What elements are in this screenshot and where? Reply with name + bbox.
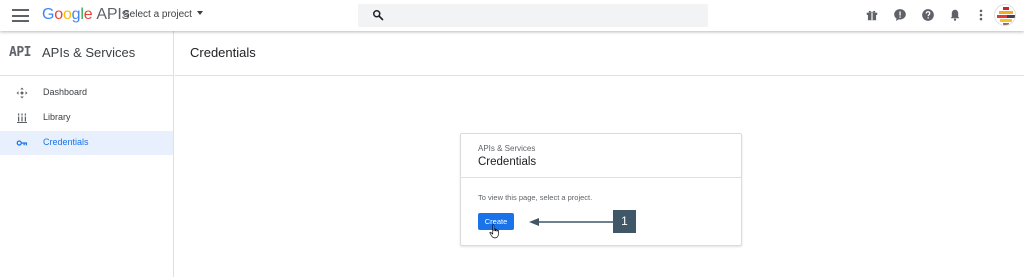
project-selector[interactable]: Select a project — [123, 9, 203, 20]
select-project-card: APIs & Services Credentials To view this… — [460, 133, 742, 246]
caret-down-icon — [196, 11, 203, 15]
feedback-icon[interactable] — [893, 8, 907, 22]
sidebar-header: API APIs & Services — [0, 31, 174, 76]
sidebar: API APIs & Services Dashboard Library Cr… — [0, 31, 174, 277]
search-bar[interactable] — [358, 4, 708, 27]
step-callout-badge: 1 — [613, 210, 636, 233]
card-message: To view this page, select a project. — [478, 193, 593, 202]
sidebar-item-label: Credentials — [43, 137, 89, 147]
help-icon[interactable] — [921, 8, 935, 22]
logo-letter: e — [83, 6, 93, 23]
page-header: Credentials — [175, 31, 1024, 76]
key-icon — [16, 140, 27, 146]
gift-icon[interactable] — [865, 8, 879, 22]
top-app-bar: Google APIs Select a project — [0, 0, 1024, 31]
sidebar-item-credentials[interactable]: Credentials — [0, 131, 173, 155]
sidebar-item-library[interactable]: Library — [0, 106, 173, 130]
api-icon: API — [9, 45, 31, 60]
dashboard-icon — [16, 87, 28, 99]
card-title: Credentials — [478, 156, 537, 168]
sidebar-item-label: Library — [43, 112, 71, 122]
logo-letter: G — [42, 6, 55, 23]
menu-icon[interactable] — [12, 9, 29, 22]
account-avatar[interactable] — [994, 4, 1016, 26]
notifications-icon[interactable] — [948, 8, 962, 22]
logo-letter: o — [54, 6, 63, 23]
more-vert-icon[interactable] — [974, 8, 988, 22]
sidebar-item-dashboard[interactable]: Dashboard — [0, 81, 173, 105]
google-apis-logo[interactable]: Google APIs — [42, 6, 130, 24]
card-overline: APIs & Services — [478, 144, 536, 153]
sidebar-title: APIs & Services — [42, 45, 136, 60]
project-selector-label: Select a project — [123, 9, 192, 20]
avatar-image — [997, 7, 1015, 25]
page-title: Credentials — [190, 45, 256, 60]
search-icon — [373, 10, 384, 21]
hand-cursor-icon — [489, 224, 499, 239]
logo-letter: o — [62, 6, 72, 23]
sidebar-item-label: Dashboard — [43, 87, 88, 97]
library-icon — [17, 113, 27, 123]
annotation-arrow — [529, 218, 615, 226]
card-header: APIs & Services Credentials — [461, 134, 741, 178]
